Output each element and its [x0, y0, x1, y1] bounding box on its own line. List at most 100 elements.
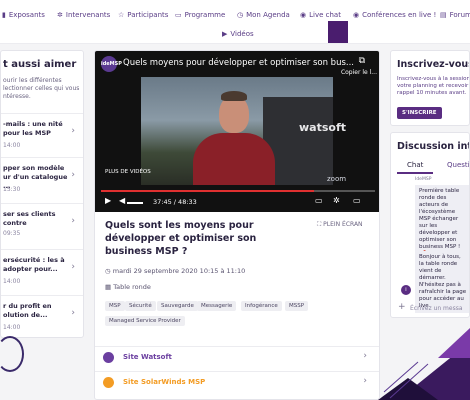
clock-icon: ◷: [237, 11, 244, 19]
link-icon: [103, 352, 114, 363]
list-item[interactable]: r du profit en olution de... 14:00 ›: [1, 295, 83, 337]
nav-item-videos[interactable]: ▶ Vidéos: [222, 30, 254, 38]
chevron-right-icon: ›: [71, 262, 75, 272]
session-date: ◷ mardi 29 septembre 2020 10:15 à 11:10: [105, 267, 245, 275]
avatar: i: [401, 285, 411, 295]
item-time: 14:00: [3, 142, 21, 149]
chevron-right-icon: ›: [71, 308, 75, 318]
add-icon[interactable]: +: [398, 302, 406, 312]
nav-item-conferences[interactable]: ◉ Conférences en live !: [353, 11, 436, 19]
register-title: Inscrivez-vous: [397, 59, 470, 70]
session-title: Quels sont les moyens pour développer et…: [105, 220, 257, 257]
play-icon[interactable]: ▶: [105, 196, 111, 205]
nav-label: Mon Agenda: [246, 11, 290, 19]
item-time: 14:00: [3, 324, 21, 331]
decorative-shapes: [378, 328, 470, 400]
sponsor-link-watsoft[interactable]: Site Watsoft ›: [95, 346, 379, 368]
watsoft-sign: watsoft: [299, 121, 346, 134]
volume-icon[interactable]: ◀: [119, 196, 125, 205]
chat-input[interactable]: + Écrivez un messa: [390, 300, 470, 318]
calendar-icon: ▭: [175, 11, 182, 19]
video-time: 37:45 / 48:33: [153, 198, 197, 206]
link-icon: [103, 377, 114, 388]
item-title: ser ses clients contre: [3, 210, 56, 227]
nav-item-forum[interactable]: ▤ Forum: [440, 11, 470, 19]
tag[interactable]: Infogérance: [241, 301, 282, 311]
tag[interactable]: Managed Service Provider: [105, 316, 185, 326]
list-item[interactable]: ersécurité : les à adopter pour... 14:00…: [1, 249, 83, 295]
gear-icon[interactable]: ✲: [333, 196, 340, 205]
item-title: ersécurité : les à adopter pour...: [3, 256, 65, 273]
fullscreen-label: PLEIN ÉCRAN: [323, 221, 363, 228]
tag[interactable]: Messagerie: [197, 301, 237, 311]
nav-item-participants[interactable]: ☆ Participants: [118, 11, 168, 19]
nav-item-mon-agenda[interactable]: ◷ Mon Agenda: [237, 11, 290, 19]
speaker-body: [193, 133, 275, 185]
live-icon: ◉: [300, 11, 307, 19]
chevron-right-icon: ›: [71, 126, 75, 136]
gear-icon: ✲: [57, 11, 63, 19]
youtube-icon[interactable]: ▭: [353, 196, 361, 205]
forum-icon: ▤: [440, 11, 447, 19]
nav-label: Vidéos: [230, 30, 254, 38]
zoom-watermark: zoom: [327, 175, 347, 183]
play-icon: ▶: [222, 30, 228, 38]
video-header: ideMSP Quels moyens pour développer et o…: [95, 51, 379, 77]
star-icon: ☆: [118, 11, 125, 19]
tab-chat[interactable]: Chat: [407, 161, 423, 169]
nav-item-live-chat[interactable]: ◉ Live chat: [300, 11, 341, 19]
copy-link-icon[interactable]: ⧉: [359, 56, 365, 66]
chart-icon: ▮: [2, 11, 6, 19]
video-title[interactable]: Quels moyens pour développer et optimise…: [123, 58, 354, 68]
volume-slider[interactable]: [127, 202, 143, 204]
conference-icon: ◉: [353, 11, 360, 19]
list-item[interactable]: ser ses clients contre 09:35 ›: [1, 203, 83, 249]
nav-label: Forum: [449, 11, 470, 19]
format-icon: ▦: [105, 283, 112, 291]
video-frame: watsoft zoom: [141, 77, 346, 185]
item-time: 15:30: [3, 186, 21, 193]
tag[interactable]: Sauvegarde: [157, 301, 198, 311]
video-progress-fill: [101, 190, 314, 192]
item-time: 09:35: [3, 230, 21, 237]
tag[interactable]: MSP: [105, 301, 125, 311]
nav-item-intervenants[interactable]: ✲ Intervenants: [57, 11, 110, 19]
session-format: ▦ Table ronde: [105, 283, 151, 291]
format-text: Table ronde: [113, 283, 151, 291]
cc-icon[interactable]: ▭: [315, 196, 323, 205]
item-time: 14:00: [3, 278, 21, 285]
chat-message: Première table ronde des acteurs de l'éc…: [415, 185, 469, 261]
register-button[interactable]: S'INSCRIRE: [397, 107, 442, 119]
panel-description: ourir les différentes lectionner celles …: [3, 77, 80, 100]
chat-panel: Discussion intera Chat Question IdeMSP P…: [390, 132, 470, 318]
tab-questions[interactable]: Question: [447, 161, 469, 169]
chat-input-placeholder: Écrivez un messa: [410, 305, 463, 312]
fullscreen-button[interactable]: ⛶ PLEIN ÉCRAN: [317, 221, 363, 229]
nav-label: Conférences en live !: [362, 11, 437, 19]
decorative-circle: [0, 336, 24, 372]
date-text: mardi 29 septembre 2020 10:15 à 11:10: [112, 267, 246, 275]
item-title: -mails : une nité pour les MSP: [3, 120, 63, 137]
nav-item-exposants[interactable]: ▮ Exposants: [2, 11, 45, 19]
list-item[interactable]: -mails : une nité pour les MSP 14:00 ›: [1, 113, 83, 157]
more-videos-label[interactable]: PLUS DE VIDÉOS: [105, 169, 151, 175]
list-item[interactable]: pper son modèle ur d'un catalogue ... 15…: [1, 157, 83, 203]
nav-item-programme[interactable]: ▭ Programme: [175, 11, 225, 19]
item-title: r du profit en olution de...: [3, 302, 52, 319]
register-panel: Inscrivez-vous Inscrivez-vous à la sessi…: [390, 50, 470, 126]
recommendations-panel: t aussi aimer ourir les différentes lect…: [0, 50, 84, 338]
tag[interactable]: Sécurité: [125, 301, 156, 311]
video-progress-bar[interactable]: [101, 190, 375, 192]
speaker-hair: [221, 91, 247, 101]
video-player[interactable]: watsoft zoom ideMSP Quels moyens pour dé…: [95, 51, 379, 212]
channel-logo[interactable]: ideMSP: [101, 56, 122, 72]
chevron-right-icon: ›: [71, 170, 75, 180]
session-panel: watsoft zoom ideMSP Quels moyens pour dé…: [94, 50, 380, 400]
sponsor-link-solarwinds[interactable]: Site SolarWinds MSP ›: [95, 371, 379, 393]
link-label: Site SolarWinds MSP: [123, 378, 206, 386]
copy-link-label[interactable]: Copier le l...: [341, 69, 377, 76]
chevron-right-icon: ›: [71, 216, 75, 226]
calendar-icon: ◷: [105, 267, 111, 275]
active-tab-indicator: [397, 172, 433, 174]
tag[interactable]: MSSP: [285, 301, 309, 311]
